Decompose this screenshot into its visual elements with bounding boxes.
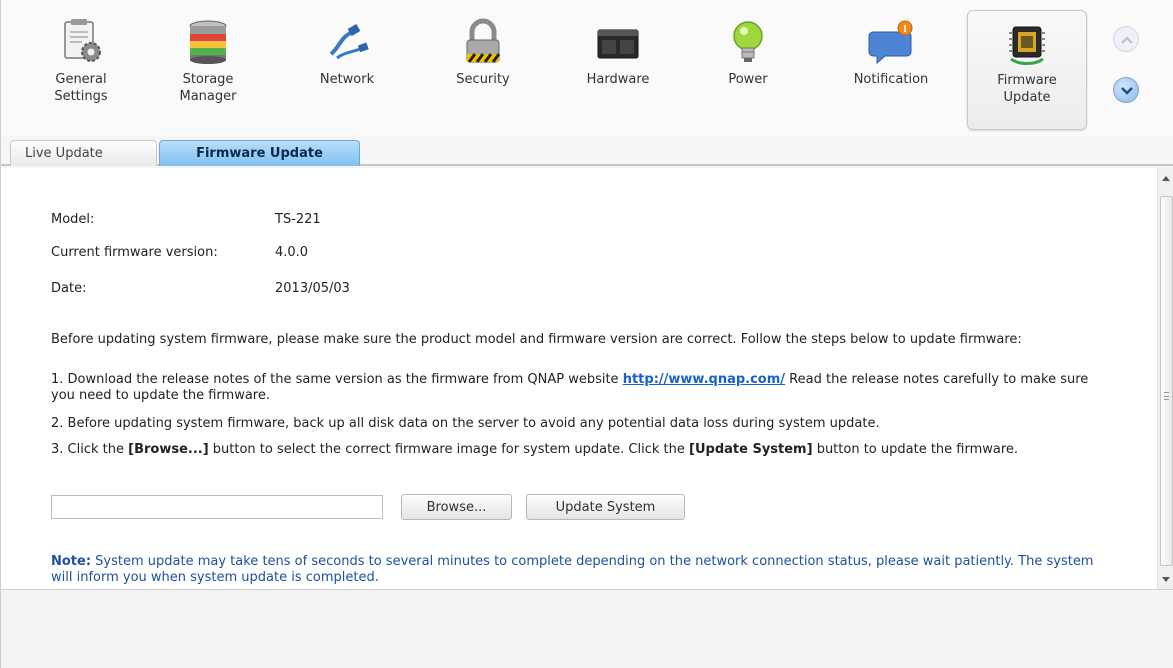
firmware-version-value: 4.0.0 (275, 245, 309, 260)
scroll-up-button[interactable] (1113, 26, 1139, 52)
toolbar-label: Firmware Update (997, 73, 1057, 105)
toolbar-label: Hardware (586, 72, 650, 87)
toolbar-label: General Settings (54, 72, 108, 104)
firmware-version-row: Current firmware version: 4.0.0 (51, 245, 308, 260)
scroll-thumb[interactable] (1160, 196, 1173, 566)
panel-scrollbar[interactable] (1157, 168, 1173, 589)
svg-text:!: ! (903, 24, 908, 35)
date-label: Date: (51, 281, 87, 296)
model-label: Model: (51, 212, 95, 227)
scroll-down-arrow-icon[interactable] (1162, 577, 1170, 582)
toolbar-label: Security (456, 72, 510, 87)
footer-bar (1, 591, 1173, 668)
toolbar-label: Notification (853, 72, 929, 87)
note-text: System update may take tens of seconds t… (51, 554, 1094, 585)
grip-icon (1164, 392, 1169, 400)
storage-manager-icon (184, 18, 232, 66)
note-prefix: Note: (51, 554, 92, 569)
toolbar-label: Network (319, 72, 375, 87)
toolbar-firmware-update[interactable]: Firmware Update (967, 10, 1087, 130)
instruction-step-1: 1. Download the release notes of the sam… (51, 372, 1089, 403)
instructions-intro: Before updating system firmware, please … (51, 332, 1022, 347)
toolbar-general-settings[interactable]: General Settings (31, 10, 131, 130)
firmware-update-panel: Model: TS-221 Current firmware version: 4.… (1, 168, 1173, 590)
toolbar-label: Power (728, 72, 768, 87)
notification-icon: ! (867, 18, 915, 66)
tab-firmware-update[interactable]: Firmware Update (159, 140, 360, 166)
scroll-up-arrow-icon[interactable] (1162, 176, 1170, 181)
lock-icon (459, 18, 507, 66)
toolbar-storage-manager[interactable]: Storage Manager (158, 10, 258, 130)
network-icon (323, 18, 371, 66)
date-value: 2013/05/03 (275, 281, 350, 296)
toolbar-label: Storage Manager (179, 72, 237, 104)
chevron-up-icon (1121, 36, 1133, 44)
date-row: Date: 2013/05/03 (51, 281, 350, 296)
browse-button[interactable]: Browse... (401, 494, 512, 520)
tab-live-update[interactable]: Live Update (10, 140, 157, 166)
firmware-chip-icon (1003, 19, 1051, 67)
toolbar-security[interactable]: Security (433, 10, 533, 130)
instruction-step-3: 3. Click the [Browse...] button to selec… (51, 442, 1019, 457)
qnap-website-link[interactable]: http://www.qnap.com/ (623, 372, 785, 387)
hardware-icon (594, 18, 642, 66)
model-value: TS-221 (275, 212, 321, 227)
instruction-step-2: 2. Before updating system firmware, back… (51, 416, 880, 431)
toolbar-hardware[interactable]: Hardware (568, 10, 668, 130)
firmware-version-label: Current firmware version: (51, 245, 218, 260)
model-row: Model: TS-221 (51, 212, 321, 227)
toolbar-power[interactable]: Power (698, 10, 798, 130)
toolbar-notification[interactable]: ! Notification (841, 10, 941, 130)
scroll-down-button[interactable] (1113, 77, 1139, 103)
firmware-file-input[interactable] (51, 495, 383, 519)
update-system-button[interactable]: Update System (526, 494, 685, 520)
power-bulb-icon (724, 18, 772, 66)
update-note: Note: System update may take tens of sec… (51, 554, 1111, 586)
toolbar-network[interactable]: Network (297, 10, 397, 130)
control-panel-window: General Settings Storage Manager Network… (0, 0, 1173, 668)
chevron-down-icon (1121, 87, 1133, 95)
tab-bar: Live Update Firmware Update (1, 138, 1173, 166)
general-settings-icon (57, 18, 105, 66)
category-toolbar: General Settings Storage Manager Network… (1, 0, 1173, 136)
